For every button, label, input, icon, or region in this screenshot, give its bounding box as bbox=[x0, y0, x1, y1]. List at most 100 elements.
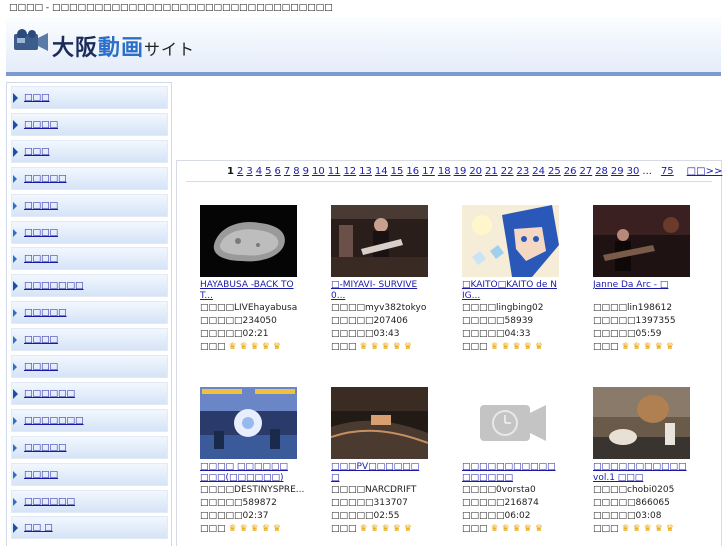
page-link[interactable]: 10 bbox=[312, 166, 325, 177]
arrow-right-icon bbox=[13, 93, 18, 103]
video-thumbnail[interactable] bbox=[200, 205, 297, 277]
sidebar-item[interactable]: □□□□ bbox=[11, 112, 168, 136]
video-title-link[interactable]: □-MIYAVI- SURVIVE 0... bbox=[331, 280, 427, 302]
star-icon: ♛ bbox=[272, 524, 281, 534]
page-link[interactable]: 7 bbox=[284, 166, 290, 177]
sidebar-item[interactable]: □□□ bbox=[11, 139, 168, 163]
page-link[interactable]: 3 bbox=[246, 166, 252, 177]
page-link[interactable]: 17 bbox=[422, 166, 435, 177]
video-title-link[interactable]: Janne Da Arc - □ bbox=[593, 280, 689, 302]
sidebar-item-link[interactable]: □□□□ bbox=[24, 201, 58, 211]
page-title-bar: □□□□ - □□□□□□□□□□□□□□□□□□□□□□□□□□□□□□□□□ bbox=[6, 0, 721, 19]
video-camera-icon[interactable] bbox=[13, 28, 49, 54]
video-rating: □□□ ♛ ♛ ♛ ♛ ♛ bbox=[331, 523, 453, 536]
page-link[interactable]: 15 bbox=[391, 166, 404, 177]
sidebar-item[interactable]: □□□□ bbox=[11, 193, 168, 217]
sidebar-item-link[interactable]: □□□□ bbox=[24, 335, 58, 345]
page-link[interactable]: 25 bbox=[548, 166, 561, 177]
page-link[interactable]: 21 bbox=[485, 166, 498, 177]
page-link[interactable]: 16 bbox=[406, 166, 419, 177]
page-link[interactable]: 20 bbox=[469, 166, 482, 177]
star-icon: ♛ bbox=[654, 342, 663, 352]
video-title-link[interactable]: □□□□□□□□□□□vol.1 □□□ bbox=[593, 462, 689, 484]
star-icon: ♛ bbox=[654, 524, 663, 534]
page-link[interactable]: 11 bbox=[328, 166, 341, 177]
page-link[interactable]: 30 bbox=[627, 166, 640, 177]
video-length: □□□□□05:59 bbox=[593, 329, 662, 339]
sidebar-item[interactable]: □□□□ bbox=[11, 220, 168, 244]
video-title-link[interactable]: □□□□ □□□□□□□□□(□□□□□□) bbox=[200, 462, 296, 484]
video-thumbnail[interactable] bbox=[331, 205, 428, 277]
page-link[interactable]: 24 bbox=[532, 166, 545, 177]
video-thumbnail[interactable] bbox=[593, 205, 690, 277]
page-link[interactable]: 19 bbox=[454, 166, 467, 177]
page-link[interactable]: 22 bbox=[501, 166, 514, 177]
sidebar-item-link[interactable]: □□□□□□□ bbox=[24, 281, 84, 291]
sidebar-item[interactable]: □□□□□ bbox=[11, 301, 168, 325]
site-logo[interactable]: 大阪動画サイト bbox=[52, 30, 195, 62]
page-link[interactable]: 6 bbox=[274, 166, 280, 177]
sidebar-item[interactable]: □□□ bbox=[11, 86, 168, 109]
sidebar-item-link[interactable]: □□□□ bbox=[24, 362, 58, 372]
star-icon: ♛ bbox=[239, 342, 248, 352]
page-link[interactable]: 4 bbox=[256, 166, 262, 177]
sidebar-item[interactable]: □□□□□□ bbox=[11, 381, 168, 405]
page-link[interactable]: 26 bbox=[564, 166, 577, 177]
sidebar-item[interactable]: □□□□□ bbox=[11, 166, 168, 190]
page-link[interactable]: 9 bbox=[303, 166, 309, 177]
video-thumbnail[interactable] bbox=[462, 387, 559, 459]
sidebar-item[interactable]: □□□□ bbox=[11, 355, 168, 378]
sidebar-item-link[interactable]: □□□□ bbox=[24, 228, 58, 238]
sidebar-item-link[interactable]: □□□□ bbox=[24, 120, 58, 130]
page-link[interactable]: 29 bbox=[611, 166, 624, 177]
sidebar-item-link[interactable]: □□ □ bbox=[24, 523, 53, 533]
video-thumbnail[interactable] bbox=[462, 205, 559, 277]
video-title-link[interactable]: □KAITO□KAITO de NIG... bbox=[462, 280, 558, 302]
page-link[interactable]: 28 bbox=[595, 166, 608, 177]
rating-label: □□□ bbox=[200, 342, 226, 352]
sidebar-item-link[interactable]: □□□ bbox=[24, 93, 50, 103]
star-icon: ♛ bbox=[239, 524, 248, 534]
next-page-link[interactable]: □□>> bbox=[687, 166, 723, 177]
sidebar-item[interactable]: □□□□□□□ bbox=[11, 274, 168, 298]
page-link[interactable]: 27 bbox=[579, 166, 592, 177]
sidebar-item-link[interactable]: □□□□□ bbox=[24, 174, 67, 184]
video-card: □□□PV□□□□□□□ □□□□NARCDRIFT □□□□□313707 □□□□… bbox=[331, 387, 453, 536]
star-icon: ♛ bbox=[632, 524, 641, 534]
sidebar-item[interactable]: □□□□□□□ bbox=[11, 408, 168, 432]
video-user: □□□□lin198612 bbox=[593, 303, 673, 313]
sidebar-item[interactable]: □□□□□□ bbox=[11, 489, 168, 513]
sidebar-item-link[interactable]: □□□□ bbox=[24, 470, 58, 480]
page-link[interactable]: 14 bbox=[375, 166, 388, 177]
video-title-link[interactable]: HAYABUSA -BACK TO T... bbox=[200, 280, 296, 302]
sidebar-item-link[interactable]: □□□□□ bbox=[24, 443, 67, 453]
page-link[interactable]: 23 bbox=[517, 166, 530, 177]
arrow-right-icon bbox=[13, 363, 17, 371]
sidebar-item-link[interactable]: □□□□□ bbox=[24, 308, 67, 318]
page-link[interactable]: 12 bbox=[343, 166, 356, 177]
video-thumbnail[interactable] bbox=[200, 387, 297, 459]
sidebar-item-link[interactable]: □□□□ bbox=[24, 254, 58, 264]
video-thumbnail[interactable] bbox=[331, 387, 428, 459]
page-link[interactable]: 13 bbox=[359, 166, 372, 177]
sidebar-item[interactable]: □□ □ bbox=[11, 516, 168, 540]
star-icon: ♛ bbox=[512, 342, 521, 352]
page-link[interactable]: 5 bbox=[265, 166, 271, 177]
page-link[interactable]: 8 bbox=[293, 166, 299, 177]
sidebar-item-link[interactable]: □□□ bbox=[24, 147, 50, 157]
sidebar-item-link[interactable]: □□□□□□ bbox=[24, 497, 75, 507]
sidebar-item-link[interactable]: □□□□□□□ bbox=[24, 416, 84, 426]
rating-label: □□□ bbox=[331, 342, 357, 352]
page-link[interactable]: 2 bbox=[237, 166, 243, 177]
sidebar-item[interactable]: □□□□□ bbox=[11, 435, 168, 459]
video-title-link[interactable]: □□□□□□□□□□□ □□□□□□ bbox=[462, 462, 558, 484]
sidebar-item[interactable]: □□□□ bbox=[11, 328, 168, 352]
star-icon: ♛ bbox=[370, 342, 379, 352]
last-page-link[interactable]: 75 bbox=[661, 166, 674, 177]
sidebar-item-link[interactable]: □□□□□□ bbox=[24, 389, 75, 399]
sidebar-item[interactable]: □□□□ bbox=[11, 247, 168, 271]
video-title-link[interactable]: □□□PV□□□□□□□ bbox=[331, 462, 427, 484]
video-thumbnail[interactable] bbox=[593, 387, 690, 459]
page-link[interactable]: 18 bbox=[438, 166, 451, 177]
sidebar-item[interactable]: □□□□ bbox=[11, 462, 168, 486]
